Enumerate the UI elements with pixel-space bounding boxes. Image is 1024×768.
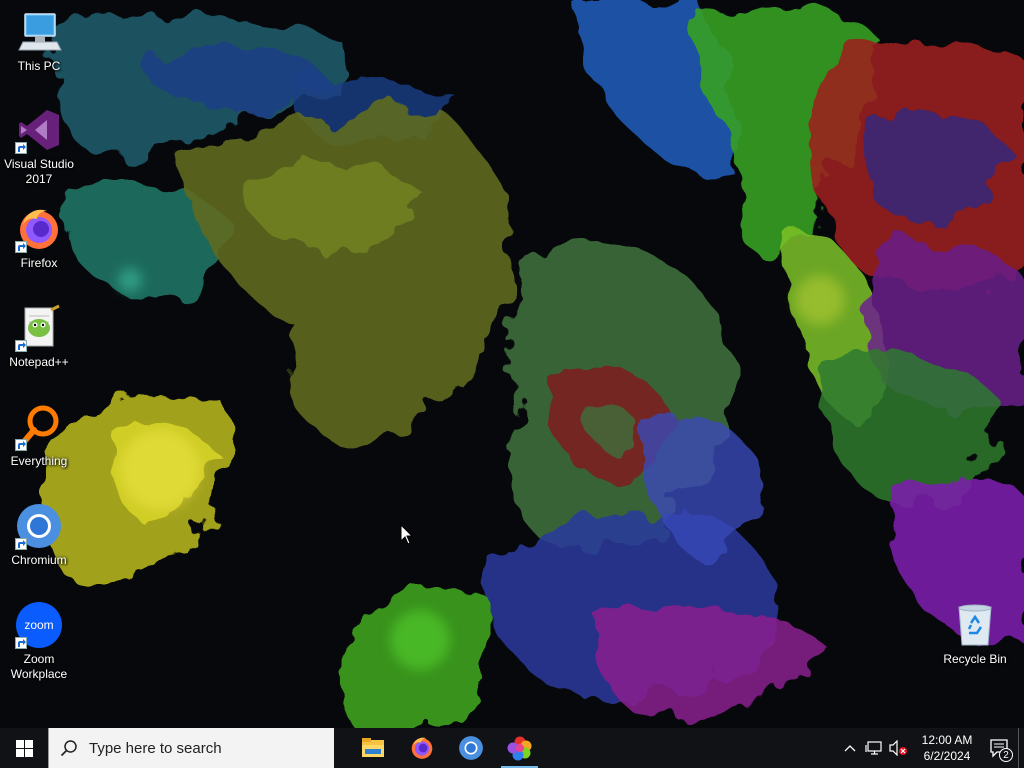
desktop-icon-firefox[interactable]: Firefox [1, 205, 77, 271]
network-tray-button[interactable] [862, 728, 886, 768]
desktop-wallpaper [0, 0, 1024, 728]
firefox-icon [15, 205, 63, 253]
search-icon [49, 728, 89, 768]
taskbar-clock[interactable]: 12:00 AM 6/2/2024 [910, 728, 984, 768]
taskbar-app-firefox[interactable] [397, 728, 446, 768]
firefox-icon [411, 737, 432, 759]
shortcut-arrow-icon [15, 142, 27, 154]
network-icon [865, 741, 882, 755]
volume-muted-icon [889, 740, 907, 756]
desktop-icon-label: Zoom Workplace [10, 652, 68, 681]
desktop-icon-this-pc[interactable]: This PC [1, 8, 77, 74]
desktop-icon-label: Recycle Bin [943, 652, 1007, 666]
desktop-icon-label: Everything [10, 454, 68, 468]
everything-search-icon [15, 403, 63, 451]
chromium-icon [15, 502, 63, 550]
fluid-art-background [46, 0, 1024, 728]
this-pc-icon [15, 8, 63, 56]
taskbar: Type here to search 12:00 AM 6/2/2024 2 [0, 728, 1024, 768]
taskbar-app-file-explorer[interactable] [348, 728, 397, 768]
color-wheel-icon [507, 736, 531, 761]
desktop-icon-visual-studio[interactable]: Visual Studio 2017 [1, 106, 77, 187]
desktop-icon-notepad-plus-plus[interactable]: Notepad++ [1, 304, 77, 370]
desktop-icon-everything[interactable]: Everything [1, 403, 77, 469]
action-center-button[interactable]: 2 [984, 728, 1016, 768]
shortcut-arrow-icon [15, 637, 27, 649]
volume-tray-button[interactable] [886, 728, 910, 768]
recycle-bin-icon [951, 601, 999, 649]
shortcut-arrow-icon [15, 241, 27, 253]
start-button[interactable] [0, 728, 48, 768]
desktop-icon-recycle-bin[interactable]: Recycle Bin [937, 601, 1013, 667]
clock-time: 12:00 AM [921, 733, 973, 747]
chromium-icon [458, 736, 483, 760]
shortcut-arrow-icon [15, 439, 27, 451]
taskbar-app-chromium[interactable] [446, 728, 495, 768]
desktop-icon-label: This PC [17, 59, 61, 73]
taskbar-app-color-app[interactable] [495, 728, 544, 768]
clock-date: 6/2/2024 [923, 749, 971, 763]
taskbar-search-box[interactable]: Type here to search [48, 728, 334, 768]
notepad-plus-plus-icon [15, 304, 63, 352]
file-explorer-icon [361, 738, 384, 757]
search-placeholder: Type here to search [89, 739, 222, 757]
zoom-icon: zoom [15, 601, 63, 649]
desktop-icon-label: Visual Studio 2017 [4, 157, 74, 186]
chevron-up-icon [844, 745, 856, 752]
desktop-icon-label: Notepad++ [9, 355, 69, 369]
system-tray: 12:00 AM 6/2/2024 2 [838, 728, 1024, 768]
visual-studio-icon [15, 106, 63, 154]
desktop-icon-label: Chromium [11, 553, 67, 567]
windows-logo-icon [15, 739, 33, 757]
desktop-icon-label: Firefox [20, 256, 58, 270]
shortcut-arrow-icon [15, 340, 27, 352]
notification-count-badge: 2 [999, 748, 1013, 762]
shortcut-arrow-icon [15, 538, 27, 550]
svg-text:zoom: zoom [24, 618, 53, 632]
mouse-cursor-icon [400, 523, 414, 551]
show-hidden-icons-button[interactable] [838, 728, 862, 768]
show-desktop-button[interactable] [1018, 728, 1024, 768]
desktop-icon-chromium[interactable]: Chromium [1, 502, 77, 568]
desktop-icon-zoom-workplace[interactable]: zoom Zoom Workplace [1, 601, 77, 682]
